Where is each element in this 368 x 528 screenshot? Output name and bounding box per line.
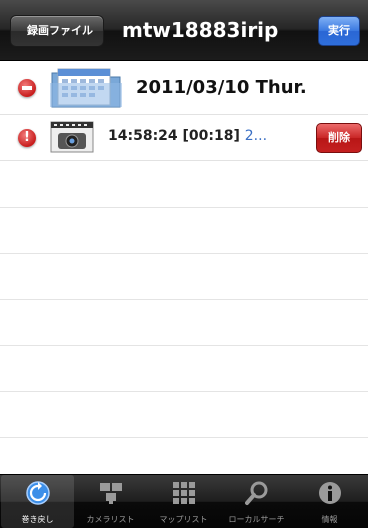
list-item-folder[interactable]: 2011/03/10 Thur. [0,61,368,115]
local-search-icon [245,481,268,505]
tab-local-search[interactable]: ローカルサーチ [220,475,293,528]
tab-label: マップリスト [159,515,208,524]
divider [0,299,368,300]
camera-list-icon [100,483,122,504]
delete-alert-icon[interactable]: ! [18,129,36,147]
navigation-bar: 録画ファイル mtw18883irip 実行 [0,0,368,61]
recording-time-value: 14:58:24 [00:18] [108,128,240,144]
tab-label: 情報 [321,515,338,524]
tab-info[interactable]: 情報 [293,475,366,528]
tab-rewind[interactable]: 巻き戻し [1,475,74,528]
divider [0,345,368,346]
tab-label: カメラリスト [86,515,135,524]
camera-thumbnail-icon [50,121,94,153]
folder-date: 2011/03/10 Thur. [136,77,307,98]
recording-extra: 2... [244,128,268,144]
delete-minus-icon[interactable] [18,79,36,97]
delete-button[interactable]: 削除 [316,123,362,153]
list-item-recording[interactable]: ! 14:58:24 [00:18] 2... 削除 [0,115,368,161]
divider [0,253,368,254]
tab-camera-list[interactable]: カメラリスト [74,475,147,528]
back-button[interactable]: 録画ファイル [10,15,104,47]
calendar-folder-icon [50,68,122,108]
divider [0,391,368,392]
recording-list: 2011/03/10 Thur. ! 14:58:24 [00:18] 2...… [0,61,368,474]
divider [0,437,368,438]
divider [0,207,368,208]
execute-button[interactable]: 実行 [318,16,360,46]
recording-time: 14:58:24 [00:18] 2... [108,128,267,144]
info-icon [319,482,341,504]
tab-map-list[interactable]: マップリスト [147,475,220,528]
page-title: mtw18883irip [122,18,279,42]
tab-label: 巻き戻し [21,515,54,524]
tab-label: ローカルサーチ [228,515,285,524]
tab-bar: 巻き戻し カメラリスト マップリスト ローカルサーチ 情報 [0,474,368,528]
rewind-icon [26,481,50,505]
map-list-icon [173,482,195,504]
